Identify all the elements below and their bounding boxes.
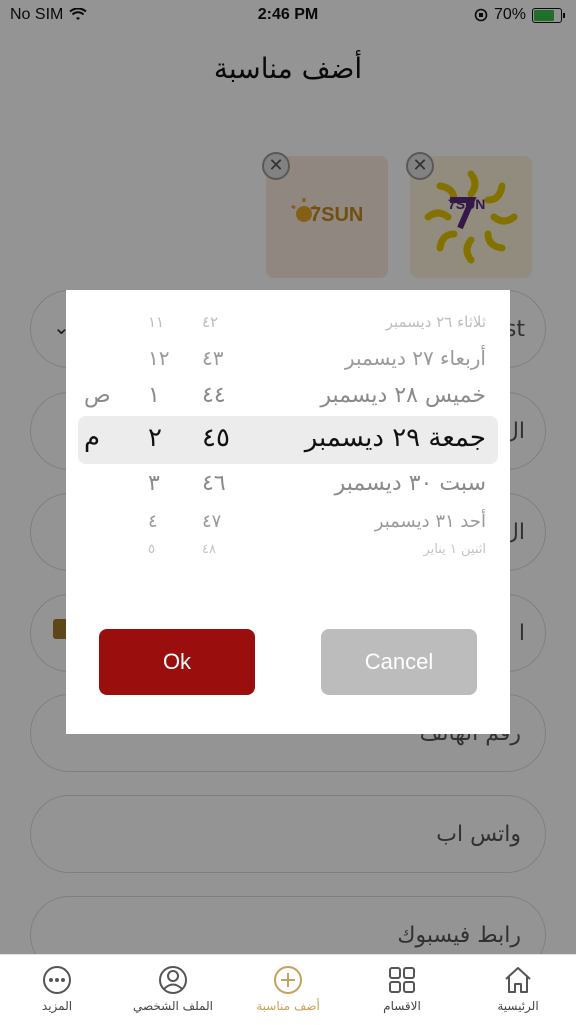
picker-hour: ١ — [148, 383, 160, 408]
picker-hour: ١١ — [148, 312, 165, 331]
picker-minute: ٤٧ — [202, 511, 222, 532]
user-icon — [159, 966, 187, 994]
tab-home[interactable]: الرئيسية — [463, 963, 573, 1013]
picker-minute: ٤٨ — [202, 541, 216, 557]
picker-date: خميس ٢٨ ديسمبر — [320, 383, 486, 408]
picker-minute: ٤٦ — [202, 471, 226, 496]
picker-hour: ٤ — [148, 511, 158, 532]
picker-date: جمعة ٢٩ ديسمبر — [304, 423, 486, 453]
picker-minute: ٤٢ — [202, 312, 219, 331]
picker-hour: ٢ — [148, 423, 162, 453]
picker-hour: ٥ — [148, 541, 155, 557]
tab-profile[interactable]: الملف الشخصي — [118, 963, 228, 1013]
tab-add-event[interactable]: أضف مناسبة — [233, 963, 343, 1013]
more-icon — [43, 966, 71, 994]
tab-more[interactable]: المزيد — [2, 963, 112, 1013]
cancel-button[interactable]: Cancel — [321, 629, 477, 695]
picker-hour: ٣ — [148, 471, 160, 496]
picker-minute: ٤٤ — [202, 383, 226, 408]
picker-date: سبت ٣٠ ديسمبر — [334, 471, 486, 496]
picker-date: اثنين ١ يناير — [423, 541, 486, 557]
picker-minute: ٤٣ — [202, 346, 224, 370]
picker-date: أحد ٣١ ديسمبر — [374, 511, 486, 532]
picker-date: ثلاثاء ٢٦ ديسمبر — [385, 312, 486, 331]
picker-ampm: ص — [84, 383, 111, 408]
ok-button[interactable]: Ok — [99, 629, 255, 695]
picker-date: أربعاء ٢٧ ديسمبر — [344, 346, 486, 370]
date-time-picker-dialog: ثلاثاء ٢٦ ديسمبر ٤٢ ١١ أربعاء ٢٧ ديسمبر ٤٣ ١٢… — [66, 290, 510, 734]
home-icon — [505, 967, 531, 993]
picker-minute: ٤٥ — [202, 423, 230, 453]
plus-circle-icon — [274, 966, 302, 994]
tab-categories[interactable]: الاقسام — [347, 963, 457, 1013]
picker-hour: ١٢ — [148, 346, 170, 370]
bottom-tab-bar: الرئيسية الاقسام أضف مناسبة الملف الشخصي… — [0, 954, 576, 1025]
grid-icon — [389, 967, 415, 993]
picker-ampm: م — [84, 423, 101, 453]
